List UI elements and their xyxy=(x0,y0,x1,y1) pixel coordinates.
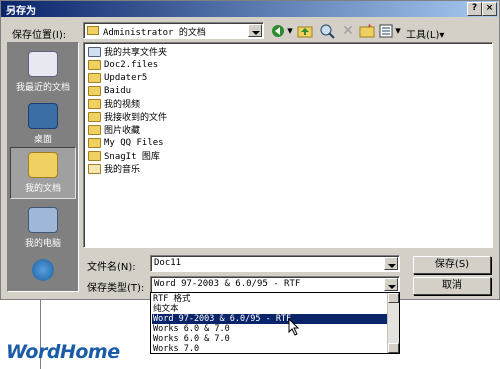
place-label: 我的电脑 xyxy=(24,239,61,249)
file-name: 图片收藏 xyxy=(104,126,141,136)
up-folder-icon[interactable] xyxy=(297,23,313,39)
shared-folder-icon xyxy=(88,46,101,57)
place-label: 桌面 xyxy=(33,135,52,145)
folder-icon xyxy=(88,59,101,70)
save-location-value: Administrator 的文档 xyxy=(103,28,206,38)
list-item-selected[interactable]: Word 97-2003 & 6.0/95 - RTF xyxy=(152,314,389,324)
filename-input[interactable]: Doc11 xyxy=(150,255,400,272)
save-button[interactable]: 保存(S) xyxy=(413,256,491,274)
filetype-value: Word 97-2003 & 6.0/95 - RTF xyxy=(154,279,301,289)
filetype-label: 保存类型(T): xyxy=(87,283,145,294)
folder-icon xyxy=(88,72,101,83)
scroll-down-icon[interactable] xyxy=(388,343,399,353)
views-dropdown-icon[interactable]: ▾ xyxy=(394,23,402,39)
tools-label: 工具(L) xyxy=(406,30,440,41)
list-item[interactable]: SnagIt 图库 xyxy=(88,149,160,162)
list-item[interactable]: 我接收到的文件 xyxy=(88,110,167,123)
close-button[interactable]: × xyxy=(482,2,497,16)
list-item[interactable]: 我的音乐 xyxy=(88,162,140,175)
place-desktop[interactable]: 桌面 xyxy=(10,99,76,151)
new-folder-icon[interactable]: * xyxy=(359,23,375,39)
place-network[interactable] xyxy=(10,255,76,289)
delete-icon[interactable]: ✕ xyxy=(340,23,356,39)
my-documents-icon xyxy=(28,152,58,178)
file-name: 我的共享文件夹 xyxy=(104,48,168,58)
folder-icon xyxy=(88,124,101,135)
tools-menu[interactable]: 工具(L)▾ xyxy=(406,26,444,41)
mouse-cursor-icon xyxy=(288,318,300,336)
file-name: Doc2.files xyxy=(104,59,159,70)
place-label: 我的文档 xyxy=(24,184,61,194)
file-name: Updater5 xyxy=(104,72,148,83)
file-name: My QQ Files xyxy=(104,137,164,148)
svg-text:*: * xyxy=(368,23,372,31)
folder-icon xyxy=(88,111,101,122)
back-icon[interactable] xyxy=(270,23,286,39)
filename-value: Doc11 xyxy=(154,258,182,268)
list-item[interactable]: My QQ Files xyxy=(88,136,164,149)
list-item[interactable]: 图片收藏 xyxy=(88,123,140,136)
folder-icon xyxy=(88,150,101,161)
folder-icon xyxy=(88,85,101,96)
filetype-dropdown[interactable]: Word 97-2003 & 6.0/95 - RTF xyxy=(150,276,400,293)
help-button[interactable]: ? xyxy=(467,2,482,16)
network-places-icon xyxy=(32,259,54,281)
file-name: 我的视频 xyxy=(104,100,141,110)
place-my-computer[interactable]: 我的电脑 xyxy=(10,203,76,255)
views-icon[interactable] xyxy=(378,23,394,39)
file-name: SnagIt 图库 xyxy=(104,152,160,162)
file-name: 我的音乐 xyxy=(104,165,141,175)
scroll-up-icon[interactable] xyxy=(388,293,399,303)
list-item[interactable]: Doc2.files xyxy=(88,58,158,71)
wordhome-logo: WordHome xyxy=(6,341,120,363)
place-my-documents[interactable]: 我的文档 xyxy=(10,147,76,199)
place-recent-documents[interactable]: 我最近的文档 xyxy=(10,47,76,99)
list-item[interactable]: 我的共享文件夹 xyxy=(88,45,167,58)
file-name: Baidu xyxy=(104,85,132,96)
save-location-dropdown[interactable]: Administrator 的文档 xyxy=(83,22,264,39)
music-folder-icon xyxy=(88,163,101,174)
places-bar: 我最近的文档 桌面 我的文档 我的电脑 xyxy=(7,42,79,292)
window-title: 另存为 xyxy=(6,6,36,17)
search-web-icon[interactable] xyxy=(319,23,335,39)
chevron-down-icon[interactable] xyxy=(248,24,262,37)
options-scrollbar[interactable] xyxy=(387,293,399,353)
list-item[interactable]: 纯文本 xyxy=(153,304,179,314)
my-computer-icon xyxy=(28,207,58,233)
desktop-icon xyxy=(28,103,58,129)
recent-documents-icon xyxy=(28,51,58,77)
title-bar[interactable] xyxy=(1,1,498,17)
chevron-down-icon[interactable] xyxy=(384,257,398,270)
folder-icon xyxy=(87,26,99,35)
list-item[interactable]: Baidu xyxy=(88,84,131,97)
place-label: 我最近的文档 xyxy=(15,83,70,93)
list-item[interactable]: Works 6.0 & 7.0 xyxy=(153,324,230,334)
file-list[interactable]: 我的共享文件夹 Doc2.files Updater5 Baidu 我的视频 我… xyxy=(83,42,493,248)
folder-icon xyxy=(88,137,101,148)
file-name: 我接收到的文件 xyxy=(104,113,168,123)
list-item[interactable]: Works 7.0 xyxy=(153,344,199,354)
folder-icon xyxy=(88,98,101,109)
list-item[interactable]: Updater5 xyxy=(88,71,147,84)
cancel-button[interactable]: 取消 xyxy=(413,277,491,295)
list-item[interactable]: Works 6.0 & 7.0 xyxy=(153,334,230,344)
filetype-options-list[interactable]: RTF 格式 纯文本 Word 97-2003 & 6.0/95 - RTF W… xyxy=(150,292,400,354)
filename-label: 文件名(N): xyxy=(87,262,136,273)
back-dropdown-icon[interactable]: ▾ xyxy=(286,23,294,39)
save-location-label: 保存位置(I): xyxy=(12,30,67,41)
list-item[interactable]: RTF 格式 xyxy=(153,294,190,304)
chevron-down-icon[interactable] xyxy=(384,278,398,291)
tools-dropdown-icon: ▾ xyxy=(439,30,445,41)
list-item[interactable]: 我的视频 xyxy=(88,97,140,110)
